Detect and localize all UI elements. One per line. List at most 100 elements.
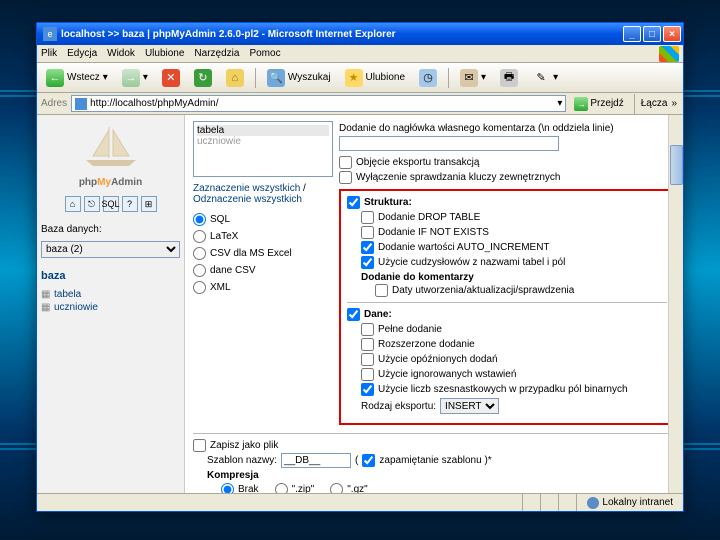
drop-table-checkbox[interactable] xyxy=(361,211,374,224)
format-csv-radio[interactable] xyxy=(193,264,206,277)
highlighted-options: Struktura: Dodanie DROP TABLE Dodanie IF… xyxy=(339,189,675,425)
menu-favorites[interactable]: Ulubione xyxy=(145,48,184,59)
query-icon[interactable]: ⊞ xyxy=(141,196,157,212)
template-input[interactable] xyxy=(281,453,351,468)
if-not-exists-checkbox[interactable] xyxy=(361,226,374,239)
main-pane: tabela uczniowie Zaznaczenie wszystkich … xyxy=(185,115,683,493)
add-comments-label: Dodanie do komentarzy xyxy=(361,272,667,283)
format-csv-excel-radio[interactable] xyxy=(193,247,206,260)
windows-logo-icon xyxy=(659,46,679,62)
extended-insert-checkbox[interactable] xyxy=(361,338,374,351)
mail-icon: ✉ xyxy=(460,69,478,87)
zone-icon xyxy=(587,497,599,509)
menu-tools[interactable]: Narzędzia xyxy=(194,48,239,59)
list-item[interactable]: uczniowie xyxy=(197,136,329,147)
history-icon: ◷ xyxy=(419,69,437,87)
content-area: phpMyAdmin ⌂ ⎋ SQL ? ⊞ Baza danych: baza… xyxy=(37,115,683,493)
home-button[interactable]: ⌂ xyxy=(221,67,249,89)
search-icon: 🔍 xyxy=(267,69,285,87)
maximize-button[interactable]: □ xyxy=(643,26,661,42)
structure-checkbox[interactable] xyxy=(347,196,360,209)
ie-window: e localhost >> baza | phpMyAdmin 2.6.0-p… xyxy=(36,22,684,512)
compress-zip-radio[interactable] xyxy=(275,483,288,493)
menu-edit[interactable]: Edycja xyxy=(67,48,97,59)
ignore-insert-checkbox[interactable] xyxy=(361,368,374,381)
close-button[interactable]: × xyxy=(663,26,681,42)
menu-help[interactable]: Pomoc xyxy=(249,48,280,59)
auto-increment-checkbox[interactable] xyxy=(361,241,374,254)
hex-binary-checkbox[interactable] xyxy=(361,383,374,396)
exit-icon[interactable]: ⎋ xyxy=(84,196,100,212)
mail-button[interactable]: ✉▾ xyxy=(455,67,491,89)
refresh-button[interactable]: ↻ xyxy=(189,67,217,89)
menu-view[interactable]: Widok xyxy=(107,48,135,59)
chevron-down-icon[interactable]: ▾ xyxy=(557,98,562,109)
go-button[interactable]: →Przejdź xyxy=(570,97,627,111)
unselect-all-link[interactable]: Odznaczenie wszystkich xyxy=(193,194,302,205)
table-link[interactable]: ▦uczniowie xyxy=(41,301,180,314)
select-all-link[interactable]: Zaznaczenie wszystkich xyxy=(193,183,300,194)
history-button[interactable]: ◷ xyxy=(414,67,442,89)
back-icon: ← xyxy=(46,69,64,87)
home-icon[interactable]: ⌂ xyxy=(65,196,81,212)
address-url: http://localhost/phpMyAdmin/ xyxy=(90,98,218,109)
stop-button[interactable]: ✕ xyxy=(157,67,185,89)
transaction-checkbox[interactable] xyxy=(339,156,352,169)
complete-insert-checkbox[interactable] xyxy=(361,323,374,336)
chevron-down-icon: ▾ xyxy=(143,72,148,83)
compress-gz-radio[interactable] xyxy=(330,483,343,493)
export-type-select[interactable]: INSERT xyxy=(440,398,499,414)
header-comment-label: Dodanie do nagłówka własnego komentarza … xyxy=(339,123,675,134)
dates-checkbox[interactable] xyxy=(375,284,388,297)
back-button[interactable]: ← Wstecz ▾ xyxy=(41,67,113,89)
minimize-button[interactable]: _ xyxy=(623,26,641,42)
list-item[interactable]: tabela xyxy=(197,125,329,136)
favorites-button[interactable]: ★Ulubione xyxy=(340,67,410,89)
print-button[interactable]: 🖶 xyxy=(495,67,523,89)
data-checkbox[interactable] xyxy=(347,308,360,321)
go-icon: → xyxy=(574,97,588,111)
format-sql-radio[interactable] xyxy=(193,213,206,226)
table-icon: ▦ xyxy=(41,289,51,300)
search-button[interactable]: 🔍Wyszukaj xyxy=(262,67,336,89)
page-icon xyxy=(75,98,87,110)
db-name[interactable]: baza xyxy=(41,270,180,282)
sidebar-icon-row: ⌂ ⎋ SQL ? ⊞ xyxy=(41,196,180,212)
ie-icon: e xyxy=(43,27,57,41)
format-xml-radio[interactable] xyxy=(193,281,206,294)
stop-icon: ✕ xyxy=(162,69,180,87)
sql-icon[interactable]: SQL xyxy=(103,196,119,212)
menu-file[interactable]: Plik xyxy=(41,48,57,59)
docs-icon[interactable]: ? xyxy=(122,196,138,212)
remember-template-checkbox[interactable] xyxy=(362,454,375,467)
toolbar: ← Wstecz ▾ →▾ ✕ ↻ ⌂ 🔍Wyszukaj ★Ulubione … xyxy=(37,63,683,93)
menubar: Plik Edycja Widok Ulubione Narzędzia Pom… xyxy=(37,45,683,63)
edit-button[interactable]: ✎▾ xyxy=(527,67,563,89)
database-select[interactable]: baza (2) xyxy=(41,241,180,258)
forward-button[interactable]: →▾ xyxy=(117,67,153,89)
database-label: Baza danych: xyxy=(41,224,180,235)
compress-none-radio[interactable] xyxy=(221,483,234,493)
statusbar: Lokalny intranet xyxy=(37,493,683,511)
address-input[interactable]: http://localhost/phpMyAdmin/ ▾ xyxy=(71,95,566,112)
links-label[interactable]: Łącza xyxy=(641,98,668,109)
disable-fk-checkbox[interactable] xyxy=(339,171,352,184)
backquotes-checkbox[interactable] xyxy=(361,256,374,269)
chevron-down-icon: ▾ xyxy=(103,72,108,83)
header-comment-input[interactable] xyxy=(339,136,559,151)
refresh-icon: ↻ xyxy=(194,69,212,87)
sidebar: phpMyAdmin ⌂ ⎋ SQL ? ⊞ Baza danych: baza… xyxy=(37,115,185,493)
security-zone: Lokalny intranet xyxy=(577,497,683,509)
format-latex-radio[interactable] xyxy=(193,230,206,243)
scrollbar[interactable] xyxy=(668,115,683,493)
delayed-insert-checkbox[interactable] xyxy=(361,353,374,366)
save-as-file-checkbox[interactable] xyxy=(193,439,206,452)
table-link[interactable]: ▦tabela xyxy=(41,288,180,301)
scrollbar-thumb[interactable] xyxy=(670,145,683,185)
chevron-more-icon[interactable]: » xyxy=(671,98,677,109)
phpmyadmin-logo: phpMyAdmin xyxy=(41,177,180,188)
forward-icon: → xyxy=(122,69,140,87)
tables-listbox[interactable]: tabela uczniowie xyxy=(193,121,333,177)
table-list: ▦tabela ▦uczniowie xyxy=(41,288,180,314)
titlebar: e localhost >> baza | phpMyAdmin 2.6.0-p… xyxy=(37,23,683,45)
